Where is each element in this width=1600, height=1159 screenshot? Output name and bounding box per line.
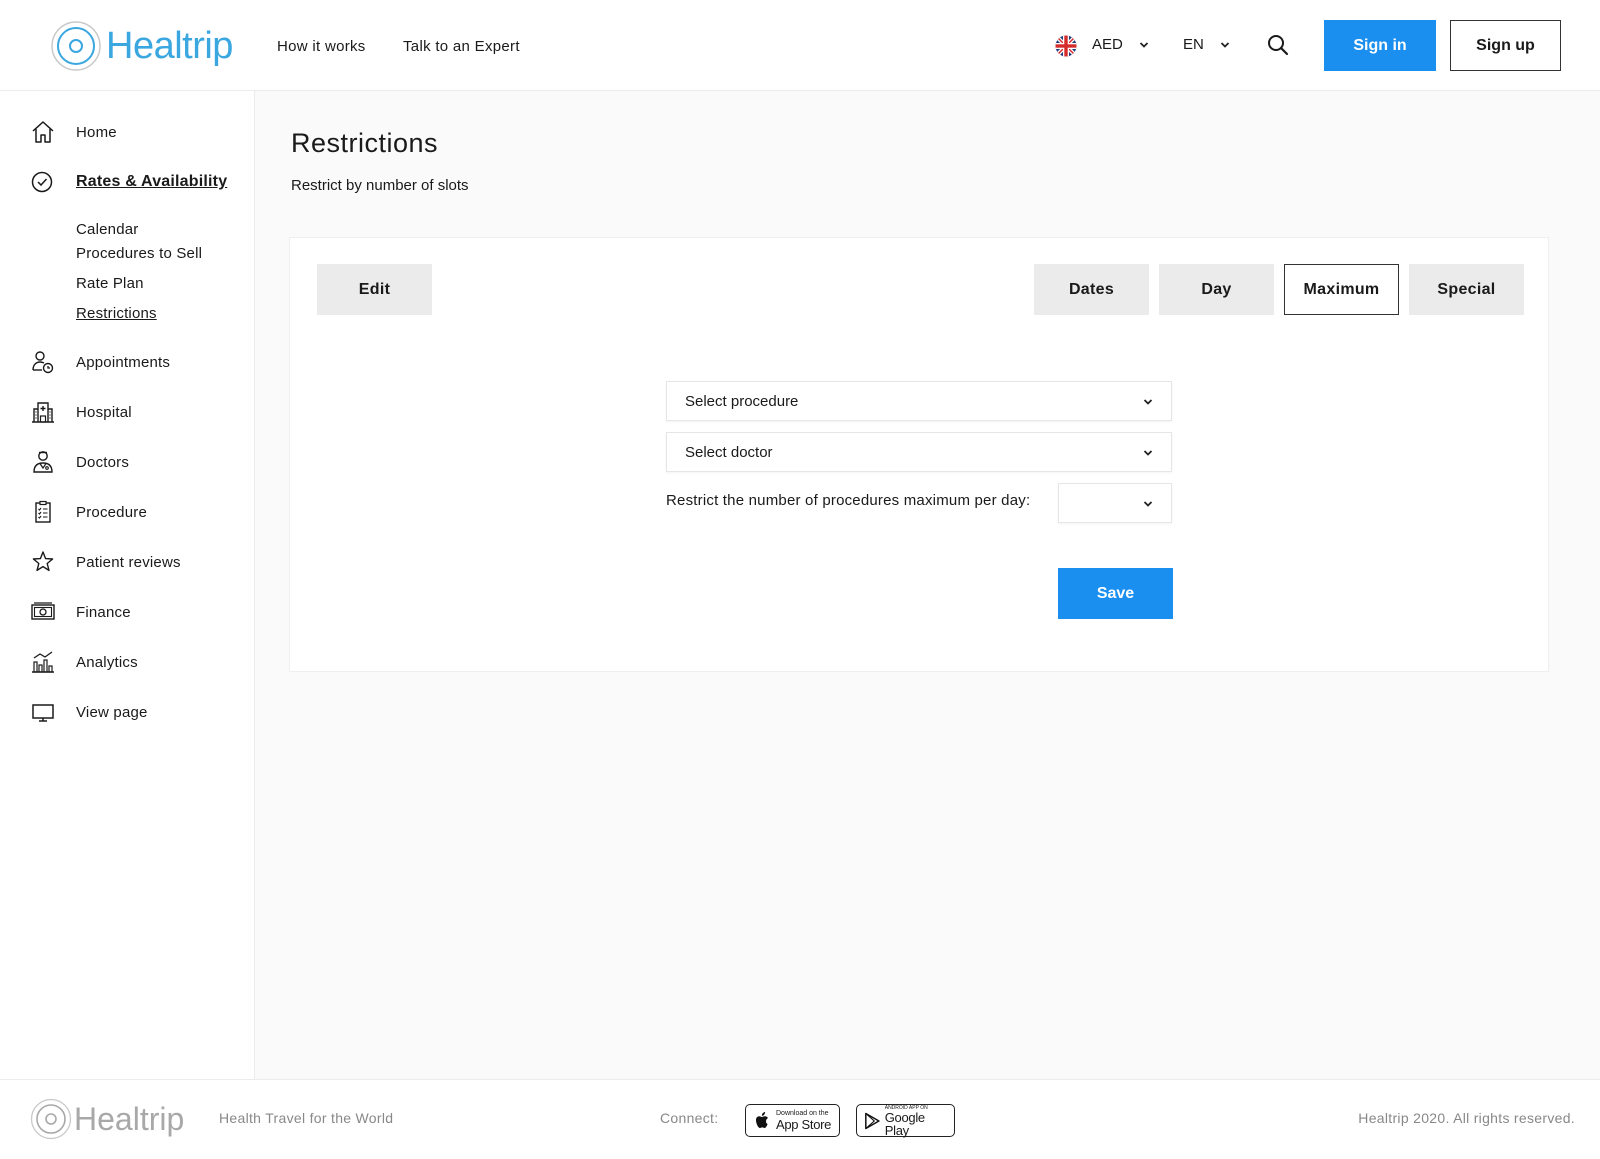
procedure-select-value: Select procedure [685, 392, 799, 410]
sidebar-item-label: Procedure [76, 503, 148, 521]
sidebar-item-rates-availability[interactable]: Rates & Availability [30, 169, 227, 195]
footer-logo-mark-icon [30, 1098, 72, 1140]
sidebar-item-procedure[interactable]: Procedure [30, 499, 147, 525]
user-clock-icon [32, 351, 54, 374]
sidebar-subitem-procedures-to-sell[interactable]: Procedures to Sell [76, 245, 202, 262]
sidebar-item-label: Analytics [76, 653, 138, 671]
sidebar-item-analytics[interactable]: Analytics [30, 649, 138, 675]
footer-connect-label: Connect: [660, 1110, 719, 1126]
save-button[interactable]: Save [1058, 568, 1173, 619]
apple-icon [756, 1111, 768, 1128]
chevron-down-icon [1220, 41, 1229, 48]
monitor-icon [32, 704, 54, 722]
healtrip-logo[interactable]: Healtrip [50, 20, 233, 72]
sidebar-item-view-page[interactable]: View page [30, 699, 147, 725]
page-subtitle: Restrict by number of slots [291, 177, 469, 194]
google-play-badge[interactable]: ANDROID APP ON Google Play [856, 1104, 955, 1137]
doctor-select-value: Select doctor [685, 443, 773, 461]
sidebar-item-label: Appointments [76, 353, 171, 371]
tab-day[interactable]: Day [1159, 264, 1274, 315]
page-title: Restrictions [291, 128, 439, 158]
language-select[interactable]: EN [1183, 36, 1230, 53]
app-store-big-text: App Store [776, 1117, 832, 1132]
sidebar-item-doctors[interactable]: Doctors [30, 449, 129, 475]
currency-select[interactable]: AED [1092, 36, 1149, 53]
clipboard-icon [35, 500, 51, 523]
sidebar-item-appointments[interactable]: Appointments [30, 349, 170, 375]
search-icon[interactable] [1266, 33, 1290, 57]
sidebar-item-label: Doctors [76, 453, 130, 471]
nav-talk-to-expert[interactable]: Talk to an Expert [403, 38, 520, 55]
sidebar-item-home[interactable]: Home [30, 119, 117, 145]
footer-logo-text: Healtrip [74, 1100, 185, 1137]
footer-logo[interactable]: Healtrip [30, 1098, 184, 1140]
google-play-big-text: Google Play [884, 1109, 925, 1138]
footer-copyright: Healtrip 2020. All rights reserved. [1358, 1110, 1575, 1126]
procedure-select[interactable]: Select procedure [666, 381, 1172, 421]
logo-mark-icon [51, 21, 101, 71]
app-store-badge[interactable]: Download on the App Store [745, 1104, 840, 1137]
sidebar-item-label: Home [76, 123, 117, 141]
sidebar-item-label: Patient reviews [76, 553, 181, 571]
max-per-day-select[interactable] [1058, 483, 1172, 523]
footer: Healtrip Health Travel for the World Con… [0, 1079, 1600, 1159]
sidebar-item-patient-reviews[interactable]: Patient reviews [30, 549, 181, 575]
max-per-day-label: Restrict the number of procedures maximu… [666, 492, 1031, 509]
sign-in-button[interactable]: Sign in [1324, 20, 1436, 71]
sidebar-item-label: Hospital [76, 403, 132, 421]
sidebar-item-finance[interactable]: Finance [30, 599, 131, 625]
chevron-down-icon [1143, 450, 1153, 456]
top-header: Healtrip How it works Talk to an Expert … [0, 0, 1600, 91]
nav-how-it-works[interactable]: How it works [277, 38, 366, 55]
sidebar-subitem-rate-plan[interactable]: Rate Plan [76, 275, 144, 292]
analytics-icon [32, 651, 54, 673]
sign-up-button[interactable]: Sign up [1450, 20, 1561, 71]
footer-tagline: Health Travel for the World [219, 1110, 394, 1126]
sidebar-item-label: View page [76, 703, 148, 721]
money-icon [31, 602, 55, 620]
hospital-icon [32, 402, 54, 423]
sidebar-item-label: Finance [76, 603, 131, 621]
sidebar-subitem-calendar[interactable]: Calendar [76, 221, 138, 238]
restrictions-card: Edit Dates Day Maximum Special Select pr… [289, 237, 1549, 672]
chevron-down-icon [1143, 399, 1153, 405]
sidebar-item-hospital[interactable]: Hospital [30, 399, 132, 425]
google-play-icon [865, 1112, 880, 1129]
uk-flag-icon [1055, 35, 1077, 57]
sidebar: Home Rates & Availability Calendar Proce… [0, 91, 255, 1079]
sidebar-subitem-restrictions[interactable]: Restrictions [76, 305, 157, 322]
language-value: EN [1183, 36, 1204, 53]
tab-dates[interactable]: Dates [1034, 264, 1149, 315]
sidebar-item-label: Rates & Availability [76, 173, 228, 190]
doctor-select[interactable]: Select doctor [666, 432, 1172, 472]
logo-text: Healtrip [106, 24, 233, 67]
doctor-icon [33, 451, 53, 473]
star-icon [32, 551, 54, 572]
check-circle-icon [31, 171, 53, 193]
tab-special[interactable]: Special [1409, 264, 1524, 315]
chevron-down-icon [1143, 501, 1153, 507]
tab-maximum[interactable]: Maximum [1284, 264, 1399, 315]
currency-value: AED [1092, 36, 1123, 53]
tab-edit[interactable]: Edit [317, 264, 432, 315]
home-icon [32, 121, 54, 143]
chevron-down-icon [1139, 41, 1148, 48]
